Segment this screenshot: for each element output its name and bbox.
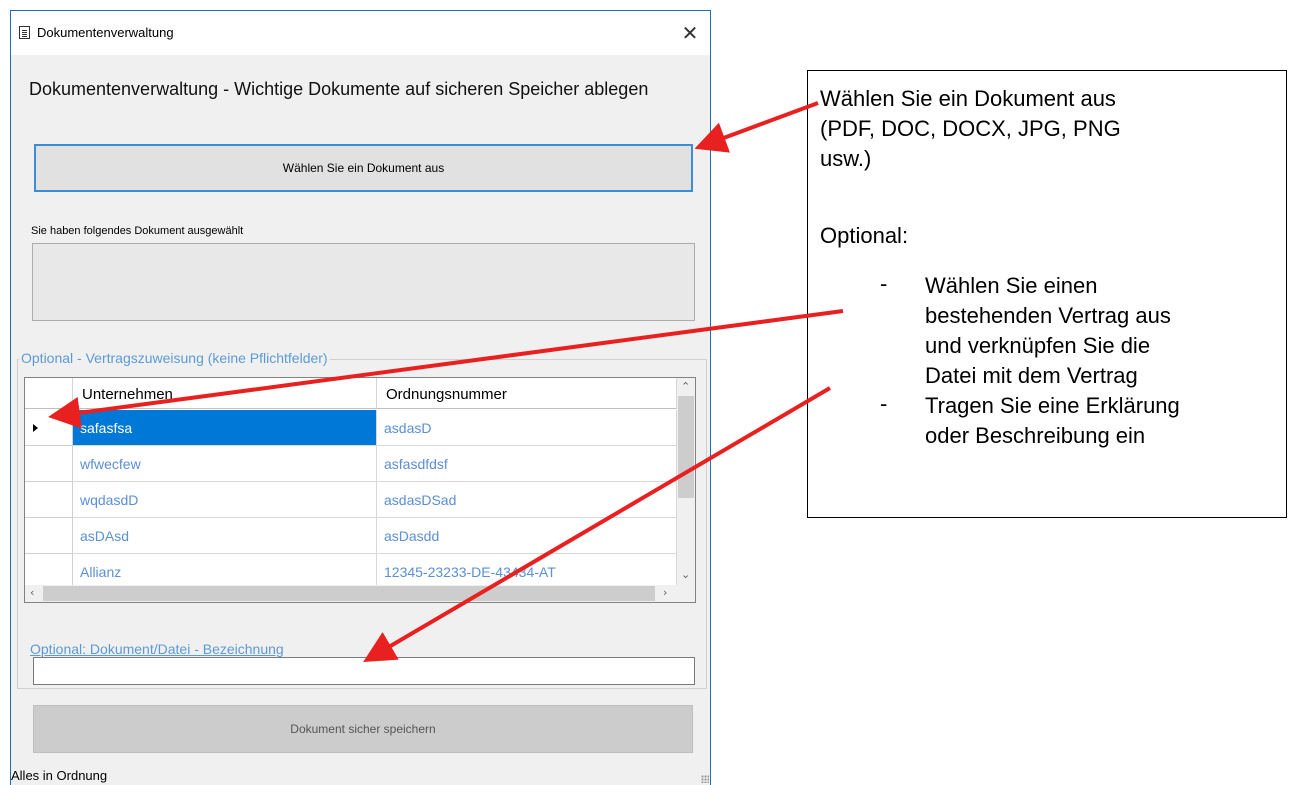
column-header-number[interactable]: Ordnungsnummer <box>377 378 677 409</box>
callout-bullet-line: Datei mit dem Vertrag <box>925 363 1138 388</box>
cell-number[interactable]: asfasdfdsf <box>377 446 677 482</box>
page-title: Dokumentenverwaltung - Wichtige Dokument… <box>29 79 649 99</box>
callout-optional: Optional: <box>820 223 909 248</box>
window-title: Dokumentenverwaltung <box>37 25 174 40</box>
callout-line: usw.) <box>820 146 872 171</box>
table-row[interactable]: wqdasdD asdasDSad <box>25 482 677 518</box>
triangle-right-icon <box>33 424 38 432</box>
title-bar: Dokumentenverwaltung ✕ <box>11 11 710 55</box>
arrow-to-choose-button <box>694 101 819 153</box>
choose-document-button[interactable]: Wählen Sie ein Dokument aus <box>34 144 693 192</box>
callout-bullet-line: Tragen Sie eine Erklärung <box>925 393 1180 418</box>
document-name-label: Optional: Dokument/Datei - Bezeichnung <box>30 641 284 657</box>
cell-number[interactable]: asDasdd <box>377 518 677 554</box>
bullet-dash: - <box>880 391 888 416</box>
table-row[interactable]: safasfsa asdasD <box>25 410 677 446</box>
callout-bullet-line: oder Beschreibung ein <box>925 423 1146 448</box>
cell-company[interactable]: asDAsd <box>73 518 377 554</box>
callout-bullet-line: und verknüpfen Sie die <box>925 333 1151 358</box>
bullet-dash: - <box>880 271 888 296</box>
scroll-left-icon[interactable]: ‹ <box>30 586 34 599</box>
document-icon <box>19 26 30 39</box>
column-header-company[interactable]: Unternehmen <box>73 378 377 409</box>
row-header[interactable] <box>25 410 73 446</box>
contract-grid[interactable]: Unternehmen Ordnungsnummer safasfsa asda… <box>24 377 696 603</box>
status-bar <box>11 763 710 785</box>
callout-line: Wählen Sie ein Dokument aus <box>820 86 1116 111</box>
row-header[interactable] <box>25 446 73 482</box>
callout-bullet-line: bestehenden Vertrag aus <box>925 303 1171 328</box>
horizontal-scrollbar[interactable]: ‹ › <box>25 585 677 602</box>
contract-group-legend: Optional - Vertragszuweisung (keine Pfli… <box>19 350 330 366</box>
annotation-callout: Wählen Sie ein Dokument aus (PDF, DOC, D… <box>807 70 1287 518</box>
selected-document-field <box>32 243 695 321</box>
row-header-corner <box>25 378 73 409</box>
table-row[interactable]: wfwecfew asfasdfdsf <box>25 446 677 482</box>
callout-line: (PDF, DOC, DOCX, JPG, PNG <box>820 116 1121 141</box>
vertical-scrollbar[interactable]: ⌃ ⌄ <box>677 378 695 586</box>
horizontal-scroll-thumb[interactable] <box>43 586 655 601</box>
document-name-input[interactable] <box>33 657 695 685</box>
cell-number[interactable]: asdasDSad <box>377 482 677 518</box>
cell-company[interactable]: wqdasdD <box>73 482 377 518</box>
scroll-up-icon[interactable]: ⌃ <box>681 380 690 393</box>
scroll-right-icon[interactable]: › <box>663 586 667 599</box>
grid-header: Unternehmen Ordnungsnummer <box>25 378 695 410</box>
close-icon[interactable]: ✕ <box>675 19 705 49</box>
selected-document-label: Sie haben folgendes Dokument ausgewählt <box>31 225 244 237</box>
status-text: Alles in Ordnung <box>11 768 108 783</box>
resize-grip-icon[interactable] <box>701 775 709 783</box>
row-header[interactable] <box>25 518 73 554</box>
cell-number[interactable]: asdasD <box>377 410 677 446</box>
save-document-button[interactable]: Dokument sicher speichern <box>33 705 693 753</box>
vertical-scroll-thumb[interactable] <box>678 396 694 498</box>
cell-company[interactable]: wfwecfew <box>73 446 377 482</box>
table-row[interactable]: asDAsd asDasdd <box>25 518 677 554</box>
app-window: Dokumentenverwaltung ✕ Dokumentenverwalt… <box>10 10 711 785</box>
callout-bullet-line: Wählen Sie einen <box>925 273 1098 298</box>
cell-company[interactable]: safasfsa <box>73 410 377 446</box>
scroll-down-icon[interactable]: ⌄ <box>681 568 690 581</box>
row-header[interactable] <box>25 482 73 518</box>
scrollbar-corner <box>677 585 695 602</box>
